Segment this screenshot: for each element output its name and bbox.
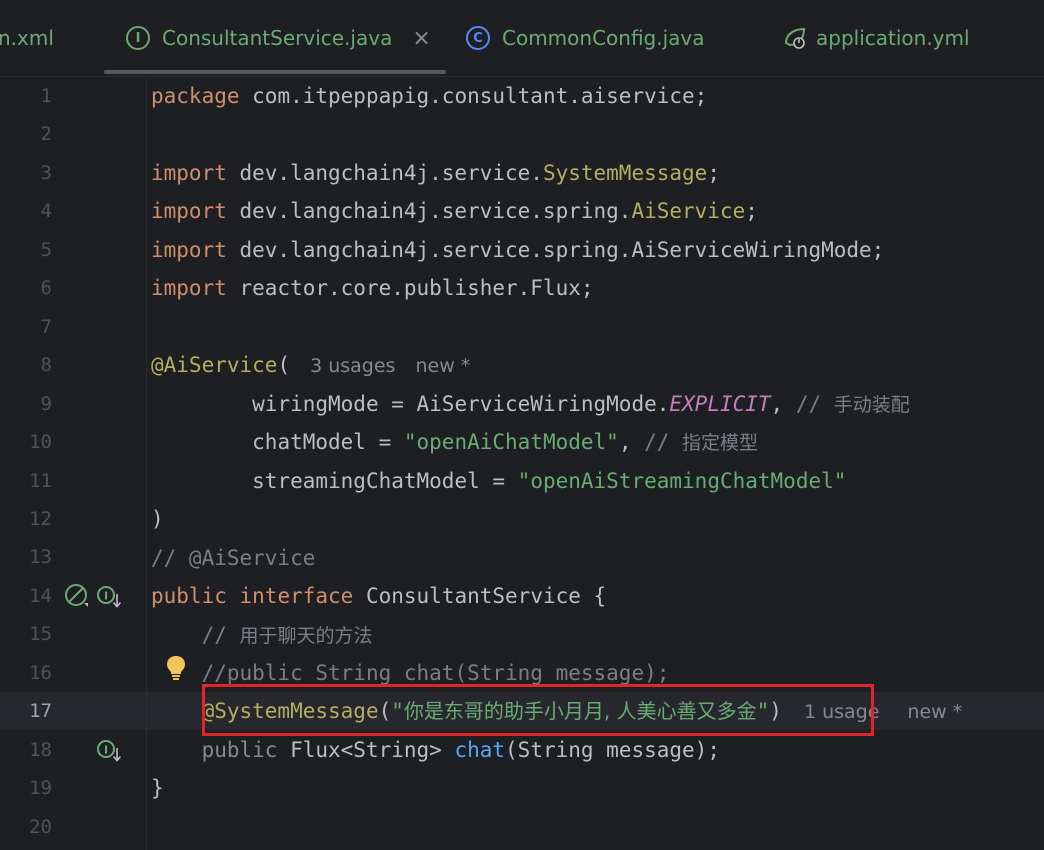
line-number[interactable]: 19	[0, 769, 52, 807]
tab-label: CommonConfig.java	[502, 26, 705, 50]
line-number[interactable]: 12	[0, 500, 52, 538]
line-number[interactable]: 6	[0, 269, 52, 307]
line-number[interactable]: 5	[0, 231, 52, 269]
no-implementation-icon[interactable]	[64, 583, 90, 613]
code-line-15[interactable]: // 用于聊天的方法	[151, 616, 373, 654]
method-implemented-icon[interactable]: I	[96, 738, 122, 768]
line-number[interactable]: 8	[0, 346, 52, 384]
line-number[interactable]: 13	[0, 538, 52, 576]
code-line-4[interactable]: import dev.langchain4j.service.spring.Ai…	[151, 192, 758, 230]
tab-application-yml[interactable]: application.yml	[782, 0, 970, 76]
editor-tab-bar: n.xml I ConsultantService.java × C Commo…	[0, 0, 1044, 77]
tab-label: n.xml	[0, 26, 54, 50]
usages-inlay-hint[interactable]: 3 usages	[310, 355, 395, 377]
interface-icon: I	[126, 26, 150, 50]
code-line-13[interactable]: // @AiService	[151, 539, 315, 577]
tab-pom-xml[interactable]: n.xml	[0, 0, 54, 76]
author-inlay-hint[interactable]: new *	[907, 701, 962, 723]
tab-label: application.yml	[816, 26, 970, 50]
author-inlay-hint[interactable]: new *	[415, 355, 470, 377]
line-number[interactable]: 18	[0, 731, 52, 769]
line-number[interactable]: 11	[0, 462, 52, 500]
line-number[interactable]: 2	[0, 115, 52, 153]
line-number[interactable]: 14	[0, 577, 52, 615]
class-icon: C	[466, 26, 490, 50]
ide-editor: n.xml I ConsultantService.java × C Commo…	[0, 0, 1044, 850]
code-line-9[interactable]: wiringMode = AiServiceWiringMode.EXPLICI…	[151, 385, 910, 423]
line-number[interactable]: 10	[0, 423, 52, 461]
interface-implemented-icon[interactable]: I	[96, 584, 122, 614]
code-line-6[interactable]: import reactor.core.publisher.Flux;	[151, 269, 594, 307]
code-line-5[interactable]: import dev.langchain4j.service.spring.Ai…	[151, 231, 884, 269]
highlight-annotation-box	[202, 684, 874, 736]
code-line-3[interactable]: import dev.langchain4j.service.SystemMes…	[151, 154, 720, 192]
lightbulb-icon[interactable]	[166, 655, 186, 681]
code-line-11[interactable]: streamingChatModel = "openAiStreamingCha…	[151, 462, 846, 500]
spring-config-icon	[782, 25, 808, 51]
line-number[interactable]: 4	[0, 192, 52, 230]
code-line-14[interactable]: public interface ConsultantService {	[151, 577, 606, 615]
line-number[interactable]: 17	[0, 692, 52, 730]
line-number[interactable]: 9	[0, 385, 52, 423]
line-number[interactable]: 1	[0, 77, 52, 115]
tab-label: ConsultantService.java	[162, 26, 393, 50]
tab-consultant-service[interactable]: I ConsultantService.java ×	[126, 0, 431, 76]
line-number[interactable]: 3	[0, 154, 52, 192]
line-number[interactable]: 20	[0, 808, 52, 846]
line-number[interactable]: 16	[0, 654, 52, 692]
code-line-18[interactable]: public Flux<String> chat(String message)…	[151, 731, 720, 769]
svg-text:I: I	[104, 590, 108, 603]
code-line-10[interactable]: chatModel = "openAiChatModel", // 指定模型	[151, 423, 758, 461]
code-line-12[interactable]: )	[151, 500, 164, 538]
code-line-8[interactable]: @AiService(3 usages new *	[151, 346, 470, 384]
tab-common-config[interactable]: C CommonConfig.java	[466, 0, 705, 76]
active-tab-indicator	[104, 70, 446, 74]
line-number[interactable]: 7	[0, 308, 52, 346]
code-line-1[interactable]: package com.itpeppapig.consultant.aiserv…	[151, 77, 707, 115]
close-icon[interactable]: ×	[412, 26, 430, 51]
line-number[interactable]: 15	[0, 615, 52, 653]
code-line-19[interactable]: }	[151, 769, 164, 807]
svg-text:I: I	[104, 744, 108, 757]
